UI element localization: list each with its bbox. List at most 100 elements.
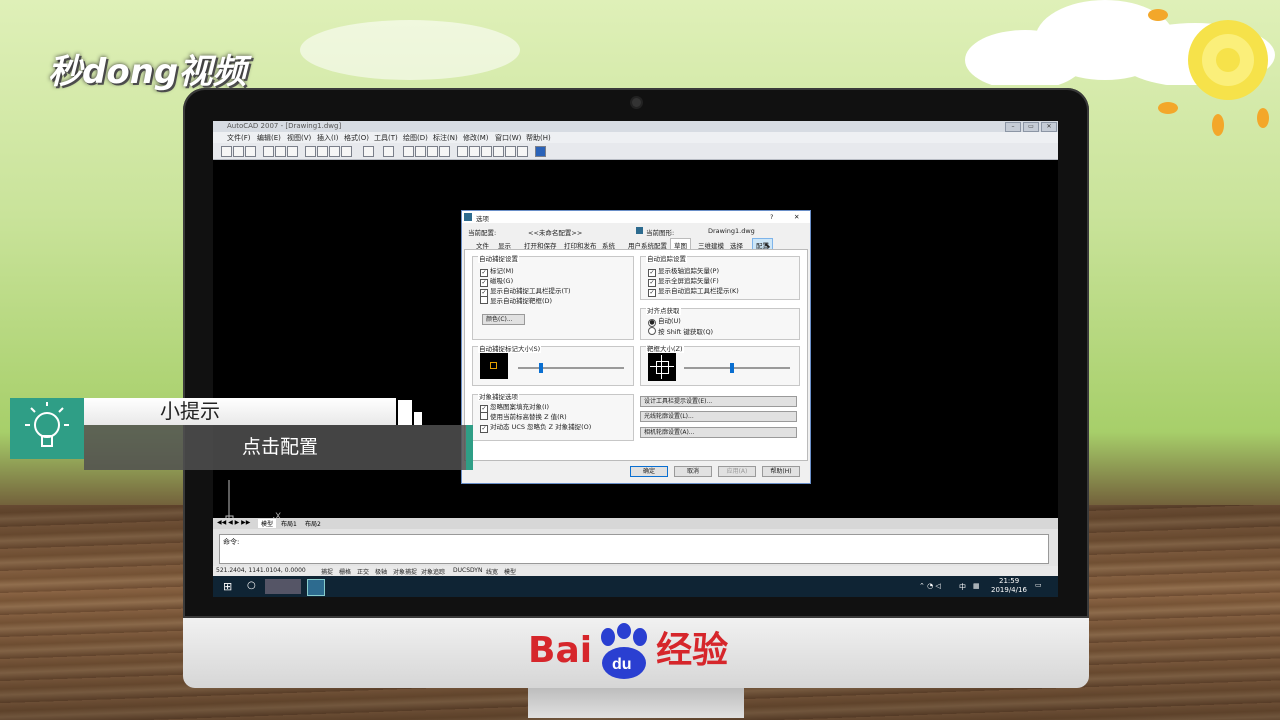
menu-format[interactable]: 格式(O)	[344, 133, 369, 143]
search-icon[interactable]: ○	[247, 580, 256, 591]
tip-header-bar	[84, 398, 396, 425]
cameraglyph-settings-button[interactable]: 相机轮廓设置(A)...	[640, 427, 797, 438]
redo-icon[interactable]	[383, 146, 394, 157]
publish-icon[interactable]	[287, 146, 298, 157]
menu-tools[interactable]: 工具(T)	[374, 133, 398, 143]
options-dialog: 选项 ? ✕ 当前配置: <<未命名配置>> 当前图形: Drawing1.dw…	[461, 210, 811, 484]
lightglyph-settings-button[interactable]: 光线轮廓设置(L)...	[640, 411, 797, 422]
monitor: AutoCAD 2007 - [Drawing1.dwg] – ▭ ✕ 文件(F…	[183, 88, 1089, 718]
status-snap[interactable]: 捕捉	[321, 567, 333, 576]
tip-title: 小提示	[160, 399, 220, 423]
baidu-paw-icon: du	[601, 623, 648, 679]
tab-model[interactable]: 模型	[258, 519, 277, 528]
windows-taskbar: ⊞ ○ ⌃ ◔ ◁ 中 ▦ 21:59 2019/4/16 ▭	[213, 576, 1058, 597]
apply-button[interactable]: 应用(A)	[718, 466, 756, 477]
screen: AutoCAD 2007 - [Drawing1.dwg] – ▭ ✕ 文件(F…	[213, 121, 1058, 597]
keyboard-icon[interactable]: ▦	[973, 582, 980, 590]
tip-message: 点击配置	[242, 436, 319, 458]
sheetset-icon[interactable]	[493, 146, 504, 157]
tooltip-settings-button[interactable]: 设计工具栏提示设置(E)...	[640, 396, 797, 407]
calculator-icon[interactable]	[517, 146, 528, 157]
drawing-icon	[636, 227, 643, 234]
zoom-window-icon[interactable]	[427, 146, 438, 157]
current-drawing-value: Drawing1.dwg	[708, 227, 755, 235]
menu-file[interactable]: 文件(F)	[227, 133, 251, 143]
dialog-title: 选项	[476, 215, 489, 223]
windows-start-icon[interactable]: ⊞	[223, 580, 232, 593]
paste-icon[interactable]	[329, 146, 340, 157]
alignment-group-title: 对齐点获取	[646, 305, 681, 315]
menu-modify[interactable]: 修改(M)	[463, 133, 489, 143]
marker-size-slider[interactable]	[539, 363, 543, 373]
autocad-taskbar-icon[interactable]	[307, 579, 325, 596]
status-dyn[interactable]: DYN	[470, 567, 482, 574]
status-bar: 521.2404, 1141.0104, 0.0000 捕捉 栅格 正交 极轴 …	[213, 566, 1058, 576]
help-button[interactable]: ?	[770, 213, 773, 221]
help-icon[interactable]	[535, 146, 546, 157]
window-title: AutoCAD 2007 - [Drawing1.dwg]	[227, 122, 342, 130]
dialog-titlebar	[462, 211, 810, 223]
zoom-previous-icon[interactable]	[439, 146, 450, 157]
properties-icon[interactable]	[457, 146, 468, 157]
clock-date[interactable]: 2019/4/16	[991, 586, 1027, 594]
tab-layout1[interactable]: 布局1	[281, 519, 297, 528]
coordinates: 521.2404, 1141.0104, 0.0000	[216, 567, 306, 574]
menu-view[interactable]: 视图(V)	[287, 133, 311, 143]
current-drawing-label: 当前图形:	[646, 229, 675, 237]
maximize-button[interactable]: ▭	[1023, 122, 1039, 132]
checkbox-autosnap-aperture[interactable]: 显示自动捕捉靶框(D)	[480, 295, 552, 305]
status-grid[interactable]: 栅格	[339, 567, 351, 576]
minimize-button[interactable]: –	[1005, 122, 1021, 132]
aperture-size-slider[interactable]	[730, 363, 734, 373]
status-osnap[interactable]: 对象捕捉	[393, 567, 417, 576]
cut-icon[interactable]	[305, 146, 316, 157]
status-model[interactable]: 模型	[504, 567, 516, 576]
tab-layout2[interactable]: 布局2	[305, 519, 321, 528]
tray-icons: ⌃ ◔ ◁	[919, 582, 941, 590]
ime-indicator[interactable]: 中	[959, 582, 966, 592]
menu-edit[interactable]: 编辑(E)	[257, 133, 281, 143]
radio-shift-acquire[interactable]: 按 Shift 键获取(Q)	[648, 326, 713, 336]
status-polar[interactable]: 极轴	[375, 567, 387, 576]
pan-icon[interactable]	[403, 146, 414, 157]
ok-button[interactable]: 确定	[630, 466, 668, 477]
toolpalette-icon[interactable]	[481, 146, 492, 157]
print-icon[interactable]	[263, 146, 274, 157]
menu-window[interactable]: 窗口(W)	[495, 133, 521, 143]
command-line[interactable]: 命令:	[219, 534, 1049, 564]
clock-time[interactable]: 21:59	[999, 577, 1019, 585]
zoom-realtime-icon[interactable]	[415, 146, 426, 157]
color-button[interactable]: 颜色(C)...	[482, 314, 525, 325]
status-ducs[interactable]: DUCS	[453, 567, 470, 574]
checkbox-replace-z[interactable]: 使用当前标高替换 Z 值(R)	[480, 411, 567, 421]
menu-insert[interactable]: 插入(I)	[317, 133, 339, 143]
markup-icon[interactable]	[505, 146, 516, 157]
dialog-help-button[interactable]: 帮助(H)	[762, 466, 800, 477]
close-button[interactable]: ✕	[1041, 122, 1057, 132]
designcenter-icon[interactable]	[469, 146, 480, 157]
status-ortho[interactable]: 正交	[357, 567, 369, 576]
lightbulb-icon	[25, 402, 69, 447]
open-icon[interactable]	[233, 146, 244, 157]
taskbar-app-blurred[interactable]	[265, 579, 301, 594]
checkbox-autotrack-tooltip[interactable]: ✓ 显示自动追踪工具栏提示(K)	[648, 285, 739, 297]
status-lineweight[interactable]: 线宽	[486, 567, 498, 576]
jingyan-text: 经验	[656, 630, 729, 671]
status-otrack[interactable]: 对象追踪	[421, 567, 445, 576]
checkbox-ignore-negative-z[interactable]: ✓ 对动态 UCS 忽略负 Z 对象捕捉(O)	[480, 421, 591, 433]
menu-dimension[interactable]: 标注(N)	[433, 133, 458, 143]
current-profile-value: <<未命名配置>>	[528, 229, 583, 237]
dialog-close-button[interactable]: ✕	[794, 213, 799, 221]
new-icon[interactable]	[221, 146, 232, 157]
save-icon[interactable]	[245, 146, 256, 157]
svg-text:du: du	[612, 656, 632, 673]
copy-icon[interactable]	[317, 146, 328, 157]
menu-draw[interactable]: 绘图(D)	[403, 133, 428, 143]
autotrack-group-title: 自动追踪设置	[646, 253, 687, 263]
undo-icon[interactable]	[363, 146, 374, 157]
notification-icon[interactable]: ▭	[1035, 581, 1042, 589]
cancel-button[interactable]: 取消	[674, 466, 712, 477]
menu-help[interactable]: 帮助(H)	[526, 133, 551, 143]
preview-icon[interactable]	[275, 146, 286, 157]
match-icon[interactable]	[341, 146, 352, 157]
